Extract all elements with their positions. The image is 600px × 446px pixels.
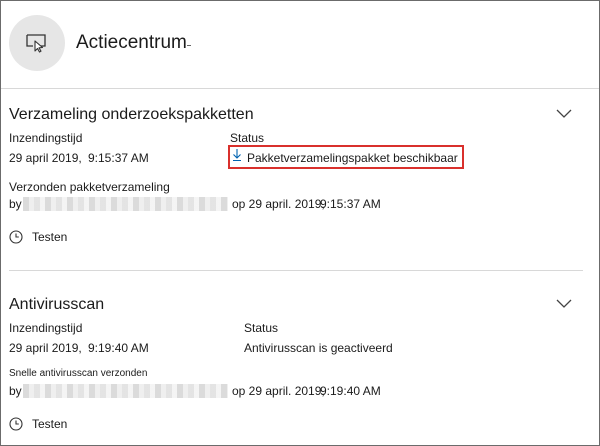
section-title-package-collection: Verzameling onderzoekspakketten [9, 106, 254, 123]
submission-time: 9:15:37 AM [88, 151, 149, 165]
submission-date: 29 april 2019, [9, 341, 82, 355]
header-divider [1, 88, 599, 89]
title-underline [187, 45, 191, 46]
status-label: Status [230, 131, 265, 145]
action-row-testen[interactable]: Testen [9, 230, 67, 244]
chevron-down-icon[interactable] [556, 297, 572, 309]
submission-time-label: Inzendingstijd [9, 321, 83, 335]
action-label: Testen [32, 417, 68, 431]
action-label: Testen [32, 230, 68, 244]
by-label: by [9, 197, 22, 211]
chevron-down-icon[interactable] [556, 107, 572, 119]
status-package-available-link[interactable]: Pakketverzamelingspakket beschikbaar [247, 151, 458, 165]
submission-time-label: Inzendingstijd [9, 131, 83, 145]
section-title-antivirus-scan: Antivirusscan [9, 296, 105, 313]
section-divider [9, 270, 583, 271]
activity-time: 9:15:37 AM [320, 197, 381, 211]
by-label: by [9, 384, 22, 398]
status-value: Antivirusscan is geactiveerd [244, 341, 393, 355]
desktop-cursor-icon [9, 15, 65, 71]
action-row-testen[interactable]: Testen [9, 417, 67, 431]
activity-date: op 29 april. 2019, [232, 197, 325, 211]
activity-label: Snelle antivirusscan verzonden [9, 368, 148, 379]
redacted-user [23, 384, 228, 398]
redacted-user [23, 197, 228, 211]
submission-date: 29 april 2019, [9, 151, 82, 165]
activity-date: op 29 april. 2019, [232, 384, 325, 398]
action-center-panel [0, 0, 600, 446]
submission-time: 9:19:40 AM [88, 341, 149, 355]
status-label: Status [244, 321, 279, 335]
page-title: Actiecentrum [76, 32, 187, 53]
download-icon[interactable] [232, 148, 242, 162]
clock-icon [9, 417, 23, 431]
activity-time: 9:19:40 AM [320, 384, 381, 398]
activity-label: Verzonden pakketverzameling [9, 180, 170, 194]
clock-icon [9, 230, 23, 244]
